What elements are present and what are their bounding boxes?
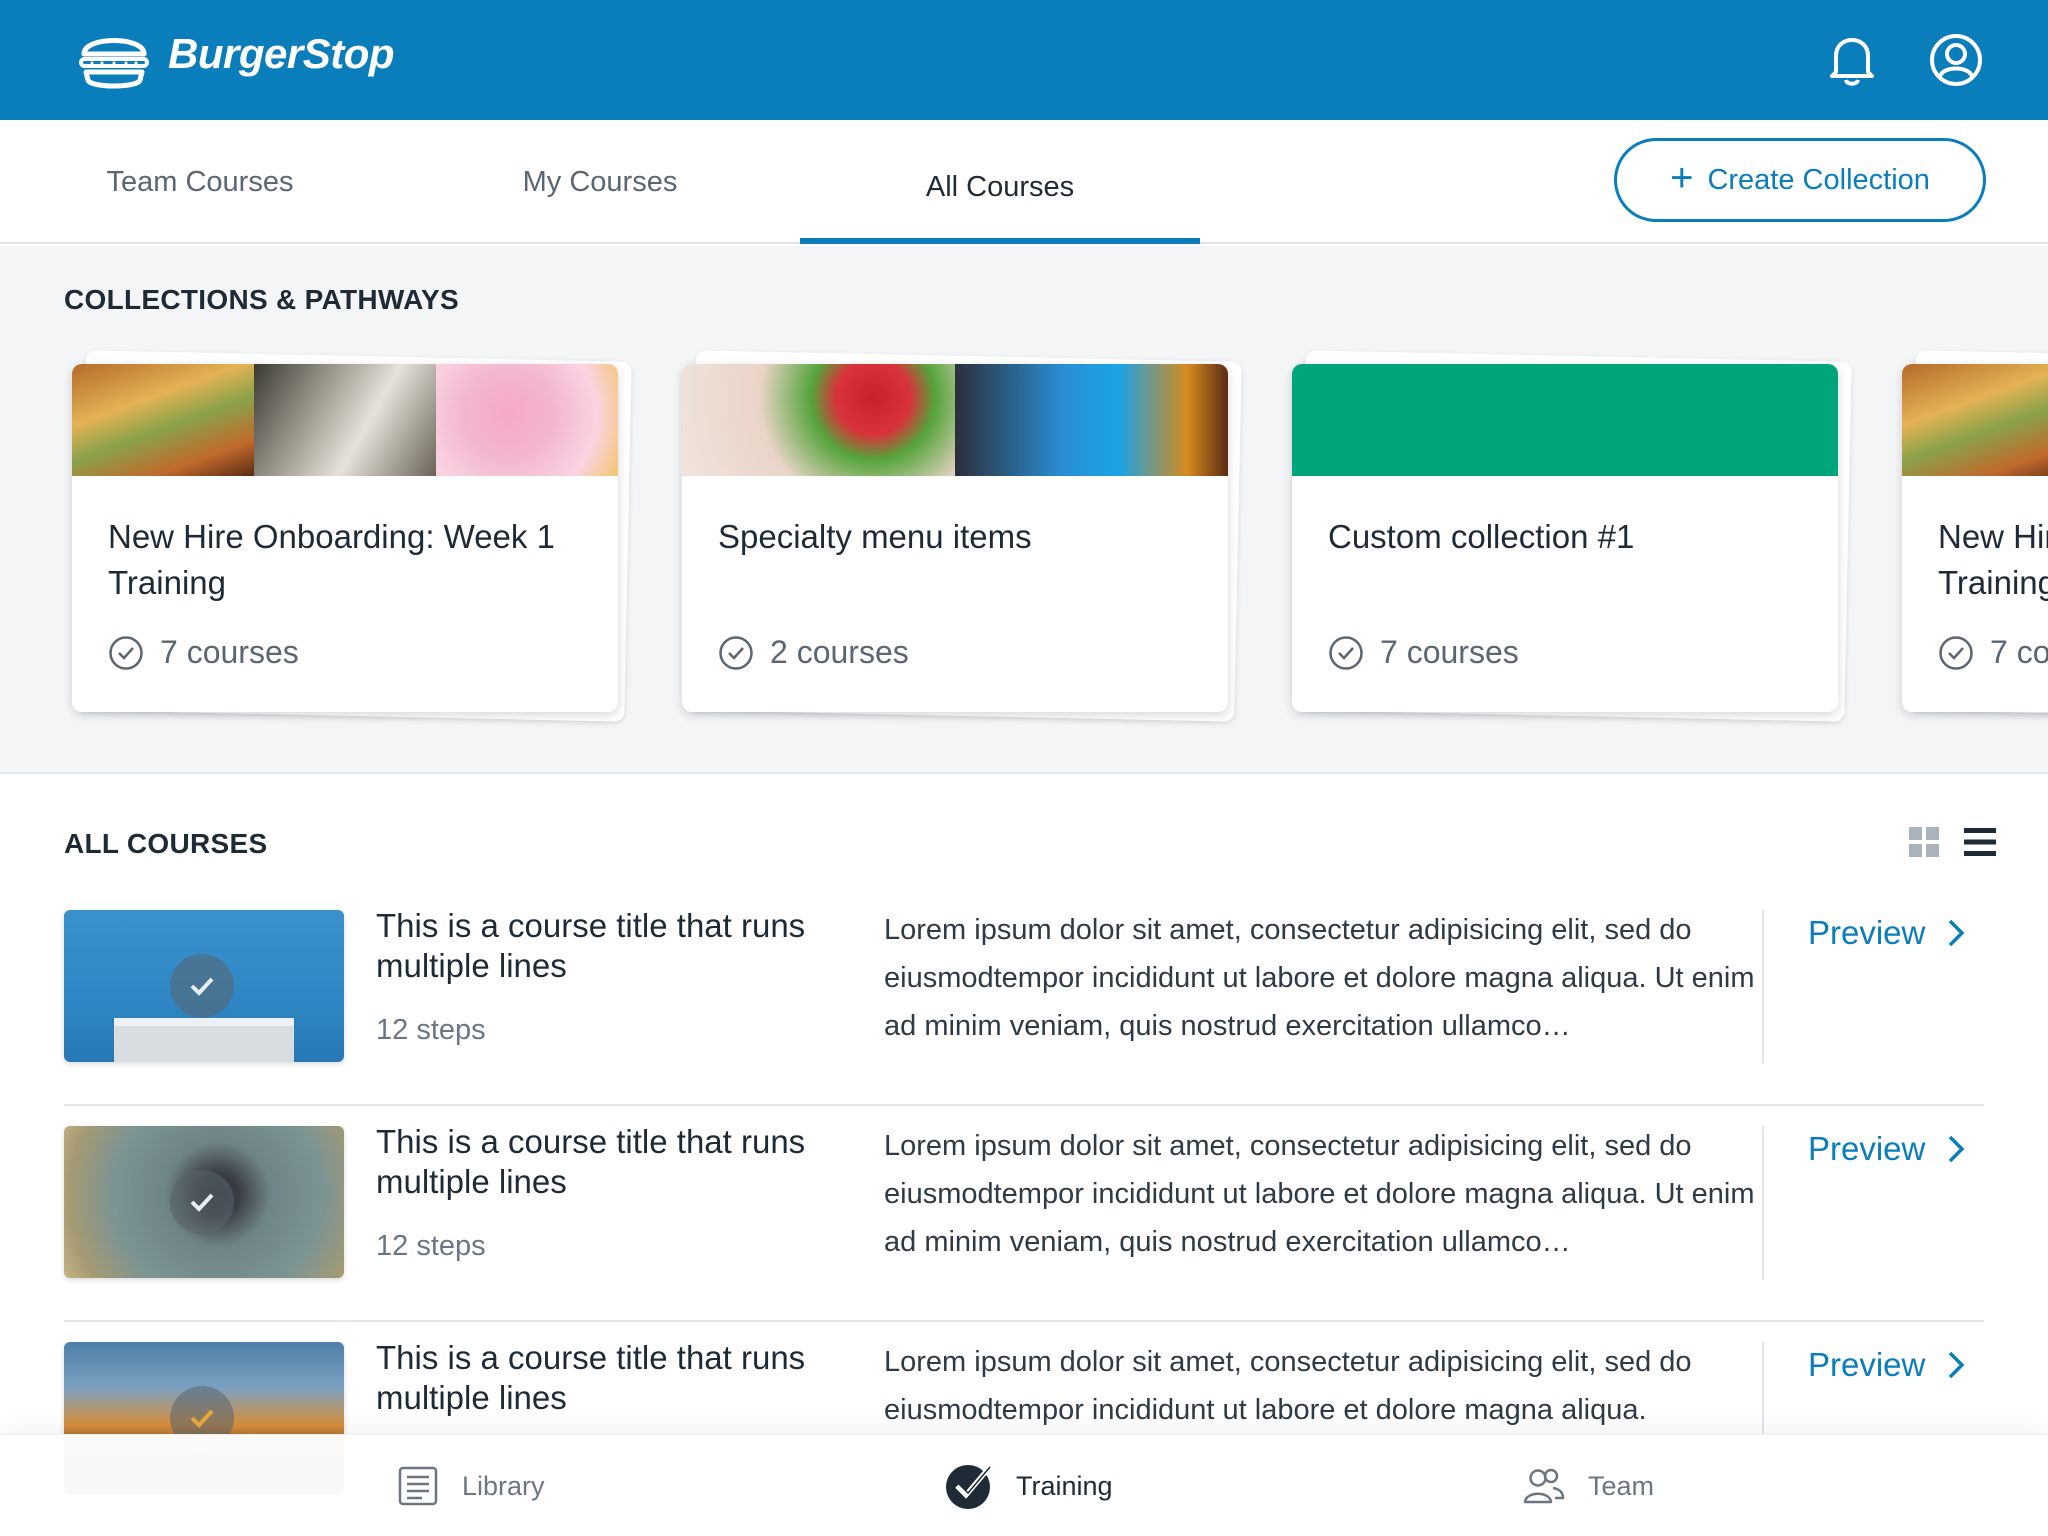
- bottom-navigation: Library Training Team: [0, 1434, 2048, 1536]
- collection-count: 7 courses: [108, 634, 299, 671]
- check-icon: [190, 1409, 214, 1428]
- course-thumbnail: [64, 1126, 344, 1278]
- collection-title: New Hire Onboarding: Week 1 Training: [1938, 518, 2048, 601]
- collection-count-label: 7 courses: [1380, 634, 1519, 670]
- course-title: This is a course title that runs multipl…: [376, 1339, 806, 1416]
- chevron-right-icon: [1949, 919, 1965, 947]
- completed-badge: [170, 954, 234, 1018]
- course-tabs: Team Courses My Courses All Courses + Cr…: [0, 120, 2048, 244]
- nav-library-label: Library: [462, 1470, 545, 1501]
- chevron-right-icon: [1949, 1351, 1965, 1379]
- library-icon: [398, 1466, 438, 1506]
- course-title: This is a course title that runs multipl…: [376, 1123, 806, 1200]
- course-steps: 12 steps: [376, 1014, 486, 1046]
- collection-count: 7 courses: [1938, 634, 2048, 671]
- collections-heading: COLLECTIONS & PATHWAYS: [64, 284, 459, 315]
- course-row[interactable]: This is a course title that runs multipl…: [64, 890, 1984, 1106]
- row-divider: [1762, 1126, 1764, 1280]
- nav-team[interactable]: Team: [1522, 1435, 1654, 1536]
- grid-view-icon[interactable]: [1908, 826, 1940, 858]
- collection-count: 2 courses: [718, 634, 909, 671]
- row-divider: [1762, 910, 1764, 1064]
- tab-my-courses[interactable]: My Courses: [460, 120, 740, 244]
- collection-card-body[interactable]: Custom collection #1 7 courses: [1292, 364, 1838, 712]
- collection-card[interactable]: New Hire Onboarding: Week 1 Training 7 c…: [72, 350, 632, 722]
- brand-name: BurgerStop: [168, 30, 395, 77]
- collection-color-header: [1292, 364, 1838, 476]
- collection-card[interactable]: Specialty menu items 2 courses: [682, 350, 1242, 722]
- collection-title: Custom collection #1: [1328, 518, 1635, 555]
- team-icon: [1523, 1468, 1565, 1504]
- course-row[interactable]: This is a course title that runs multipl…: [64, 1106, 1984, 1322]
- course-description: Lorem ipsum dolor sit amet, consectetur …: [884, 1130, 1755, 1258]
- collection-card-body[interactable]: New Hire Onboarding: Week 1 Training 7 c…: [1902, 364, 2048, 712]
- check-circle-icon: [719, 635, 753, 670]
- preview-label: Preview: [1808, 1130, 1926, 1167]
- collection-count-label: 7 courses: [1990, 634, 2048, 670]
- preview-link[interactable]: Preview: [1808, 1130, 1965, 1168]
- preview-link[interactable]: Preview: [1808, 914, 1965, 952]
- collection-image: [682, 364, 1228, 476]
- collection-count-label: 2 courses: [770, 634, 909, 670]
- profile-icon[interactable]: [1928, 32, 1984, 88]
- completed-badge: [170, 1170, 234, 1234]
- create-collection-button[interactable]: + Create Collection: [1614, 138, 1986, 222]
- check-icon: [190, 1193, 214, 1212]
- collections-section: COLLECTIONS & PATHWAYS New Hire Onboardi…: [0, 246, 2048, 774]
- nav-library[interactable]: Library: [396, 1435, 545, 1536]
- tab-team-courses[interactable]: Team Courses: [60, 120, 340, 244]
- check-circle-icon: [109, 635, 143, 670]
- course-description: Lorem ipsum dolor sit amet, consectetur …: [884, 914, 1755, 1042]
- check-circle-icon: [1939, 635, 1973, 670]
- preview-link[interactable]: Preview: [1808, 1346, 1965, 1384]
- chevron-right-icon: [1949, 1135, 1965, 1163]
- check-icon: [190, 977, 214, 996]
- preview-label: Preview: [1808, 1346, 1926, 1383]
- nav-training-label: Training: [1016, 1470, 1113, 1501]
- top-app-bar: BurgerStop: [0, 0, 2048, 120]
- course-title: This is a course title that runs multipl…: [376, 907, 806, 984]
- collection-count: 7 courses: [1328, 634, 1519, 671]
- collection-title: Specialty menu items: [718, 518, 1032, 555]
- list-view-icon[interactable]: [1964, 826, 1996, 858]
- collection-title: New Hire Onboarding: Week 1 Training: [108, 518, 555, 601]
- collection-image: [72, 364, 618, 476]
- collection-card-body[interactable]: Specialty menu items 2 courses: [682, 364, 1228, 712]
- collection-image: [1902, 364, 2048, 476]
- collection-card[interactable]: New Hire Onboarding: Week 1 Training 7 c…: [1902, 350, 2048, 722]
- active-tab-indicator: [800, 238, 1200, 244]
- check-circle-icon: [1329, 635, 1363, 670]
- course-steps: 12 steps: [376, 1230, 486, 1262]
- plus-icon: +: [1670, 156, 1694, 200]
- preview-label: Preview: [1808, 914, 1926, 951]
- nav-training[interactable]: Training: [944, 1435, 1113, 1536]
- create-collection-label: Create Collection: [1707, 163, 1930, 196]
- training-check-icon: [946, 1465, 991, 1509]
- collection-card[interactable]: Custom collection #1 7 courses: [1292, 350, 1852, 722]
- bell-icon[interactable]: [1826, 32, 1878, 88]
- collection-count-label: 7 courses: [160, 634, 299, 670]
- tab-all-courses[interactable]: All Courses: [800, 120, 1200, 244]
- burger-logo-icon: [79, 38, 149, 89]
- course-thumbnail: [64, 910, 344, 1062]
- course-description: Lorem ipsum dolor sit amet, consectetur …: [884, 1346, 1692, 1426]
- all-courses-heading: ALL COURSES: [64, 828, 268, 859]
- collection-card-body[interactable]: New Hire Onboarding: Week 1 Training 7 c…: [72, 364, 618, 712]
- nav-team-label: Team: [1588, 1470, 1655, 1501]
